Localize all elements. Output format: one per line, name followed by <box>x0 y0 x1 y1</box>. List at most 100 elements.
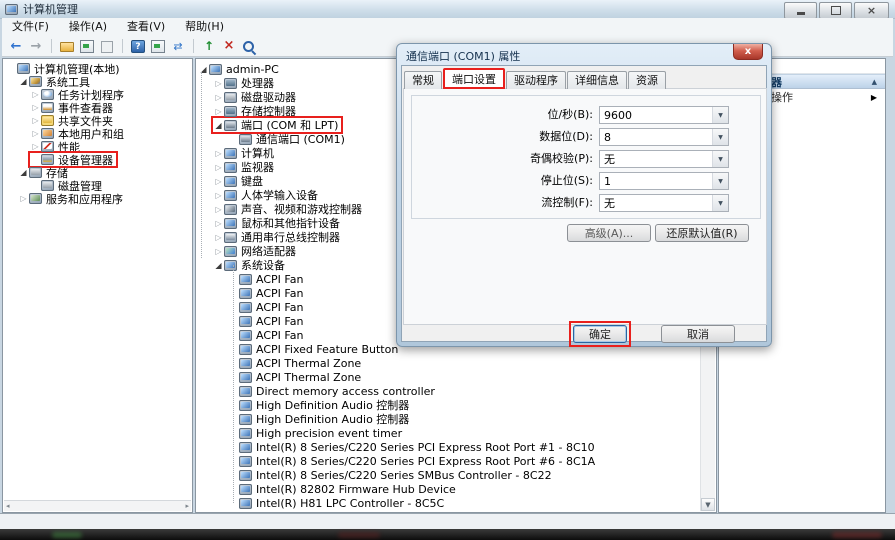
flow-control-combobox[interactable]: 无▼ <box>599 194 729 212</box>
dev-icon <box>239 414 252 425</box>
taskbar-blob <box>338 532 380 538</box>
toolbar-separator <box>193 39 194 53</box>
collapsed-arrow-icon[interactable]: ▷ <box>30 90 41 99</box>
back-icon[interactable] <box>8 39 24 54</box>
dev-icon <box>224 260 237 271</box>
menu-help[interactable]: 帮助(H) <box>175 18 234 36</box>
menu-file[interactable]: 文件(F) <box>2 18 59 36</box>
collapsed-arrow-icon[interactable]: ▷ <box>213 79 224 88</box>
flow-control-value: 无 <box>600 195 712 211</box>
horizontal-scrollbar[interactable]: ◂▸ <box>4 500 191 511</box>
window-controls: × <box>784 2 889 19</box>
chevron-down-icon[interactable]: ▼ <box>712 107 728 123</box>
update-driver-icon[interactable] <box>201 39 217 54</box>
tab-details[interactable]: 详细信息 <box>567 71 627 89</box>
stop-bits-combobox[interactable]: 1▼ <box>599 172 729 190</box>
tree-item[interactable]: High Definition Audio 控制器 <box>196 398 716 412</box>
help-icon[interactable] <box>130 39 146 54</box>
collapsed-arrow-icon[interactable]: ▷ <box>213 163 224 172</box>
dialog-close-button[interactable]: x <box>733 44 763 60</box>
collapsed-arrow-icon[interactable]: ▷ <box>213 191 224 200</box>
tab-resources[interactable]: 资源 <box>628 71 666 89</box>
forward-icon[interactable] <box>28 39 44 54</box>
collapsed-arrow-icon[interactable]: ▷ <box>213 247 224 256</box>
tree-row-content: ▷存储控制器 <box>213 104 299 118</box>
data-bits-combobox[interactable]: 8▼ <box>599 128 729 146</box>
tab-port-settings[interactable]: 端口设置 <box>443 68 505 89</box>
scroll-left-icon[interactable]: ◂ <box>6 502 10 510</box>
scroll-right-icon[interactable]: ▸ <box>185 502 189 510</box>
properties-icon[interactable] <box>99 39 115 54</box>
maximize-button[interactable] <box>819 2 852 19</box>
menu-view[interactable]: 查看(V) <box>117 18 175 36</box>
sidebar-item-device-manager[interactable]: 设备管理器 <box>3 153 192 166</box>
tab-driver[interactable]: 驱动程序 <box>506 71 566 89</box>
console-window-icon[interactable] <box>79 39 95 54</box>
cancel-button[interactable]: 取消 <box>661 325 735 343</box>
collapsed-arrow-icon[interactable]: ▷ <box>213 233 224 242</box>
collapsed-arrow-icon[interactable]: ▷ <box>213 177 224 186</box>
export-list-icon[interactable] <box>59 39 75 54</box>
collapsed-arrow-icon[interactable]: ▷ <box>30 129 41 138</box>
expanded-arrow-icon[interactable]: ◢ <box>213 261 224 270</box>
bits-per-second-combobox[interactable]: 9600▼ <box>599 106 729 124</box>
scan-hardware-icon[interactable] <box>241 39 257 54</box>
collapsed-arrow-icon[interactable]: ▷ <box>213 205 224 214</box>
expanded-arrow-icon[interactable]: ◢ <box>18 168 29 177</box>
tree-item[interactable]: ACPI Thermal Zone <box>196 370 716 384</box>
collapsed-arrow-icon[interactable]: ▷ <box>30 116 41 125</box>
chevron-down-icon[interactable]: ▼ <box>712 195 728 211</box>
menu-action[interactable]: 操作(A) <box>59 18 117 36</box>
uninstall-icon[interactable] <box>221 39 237 54</box>
dev-icon <box>239 400 252 411</box>
expanded-arrow-icon[interactable]: ◢ <box>18 77 29 86</box>
tree-item-label: ACPI Fan <box>256 273 303 286</box>
expanded-arrow-icon[interactable]: ◢ <box>213 121 224 130</box>
taskbar-blob <box>52 532 82 538</box>
scroll-down-icon[interactable]: ▼ <box>701 498 715 511</box>
tree-item[interactable]: Intel(R) 82802 Firmware Hub Device <box>196 482 716 496</box>
minimize-button[interactable] <box>784 2 817 19</box>
tree-row-content: Intel(R) 8 Series/C220 Series PCI Expres… <box>228 440 598 454</box>
console-window-icon[interactable] <box>150 39 166 54</box>
dev-icon <box>239 288 252 299</box>
tree-row-content: ▷处理器 <box>213 76 277 90</box>
tree-item[interactable]: ▷本地用户和组 <box>3 127 192 140</box>
collapsed-arrow-icon[interactable]: ▷ <box>30 103 41 112</box>
collapsed-arrow-icon[interactable]: ▷ <box>30 142 41 151</box>
close-button[interactable]: × <box>854 2 889 19</box>
refresh-icon[interactable] <box>170 39 186 54</box>
parity-value: 无 <box>600 151 712 167</box>
collapsed-arrow-icon[interactable]: ▷ <box>213 149 224 158</box>
chevron-down-icon[interactable]: ▼ <box>712 129 728 145</box>
tab-general[interactable]: 常规 <box>404 71 442 89</box>
collapsed-arrow-icon[interactable]: ▷ <box>18 194 29 203</box>
computer-icon <box>17 63 30 74</box>
expand-icon: ▶ <box>871 90 877 105</box>
collapsed-arrow-icon[interactable]: ▷ <box>213 219 224 228</box>
ok-button[interactable]: 确定 <box>573 325 627 343</box>
tree-item[interactable]: Intel(R) H81 LPC Controller - 8C5C <box>196 496 716 510</box>
chevron-down-icon[interactable]: ▼ <box>712 151 728 167</box>
console-tree-panel: 计算机管理(本地)◢系统工具▷任务计划程序▷事件查看器▷共享文件夹▷本地用户和组… <box>2 58 193 513</box>
tree-row-content: Intel(R) 8 Series/C220 Series PCI Expres… <box>228 454 598 468</box>
dev-icon <box>224 176 237 187</box>
advanced-button[interactable]: 高级(A)... <box>567 224 651 242</box>
tree-item[interactable]: Intel(R) 8 Series/C220 Series PCI Expres… <box>196 454 716 468</box>
collapsed-arrow-icon[interactable]: ▷ <box>213 93 224 102</box>
expanded-arrow-icon[interactable]: ◢ <box>198 65 209 74</box>
tree-item[interactable]: 计算机管理(本地) <box>3 62 192 75</box>
tree-item[interactable]: High precision event timer <box>196 426 716 440</box>
parity-combobox[interactable]: 无▼ <box>599 150 729 168</box>
restore-defaults-button[interactable]: 还原默认值(R) <box>655 224 749 242</box>
tree-item[interactable]: High Definition Audio 控制器 <box>196 412 716 426</box>
chevron-down-icon[interactable]: ▼ <box>712 173 728 189</box>
collapsed-arrow-icon[interactable]: ▷ <box>213 107 224 116</box>
tree-item[interactable]: Intel(R) 8 Series/C220 Series SMBus Cont… <box>196 468 716 482</box>
tree-item[interactable]: Direct memory access controller <box>196 384 716 398</box>
tree-item[interactable]: ACPI Thermal Zone <box>196 356 716 370</box>
tree-item[interactable]: Intel(R) 8 Series/C220 Series PCI Expres… <box>196 440 716 454</box>
tree-item-label: ACPI Fan <box>256 301 303 314</box>
collapse-icon[interactable]: ▲ <box>872 75 877 90</box>
tree-item[interactable]: ▷服务和应用程序 <box>3 192 192 205</box>
